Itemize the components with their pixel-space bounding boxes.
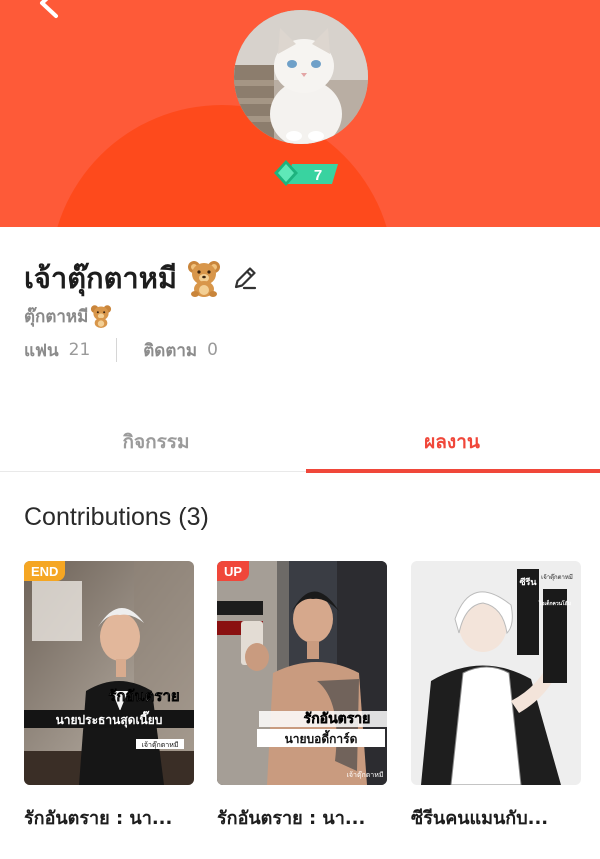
book-cover[interactable]: รักอันตราย นายประธานสุดเนี๊ยบ เจ้าตุ๊กตา… bbox=[24, 561, 194, 785]
following-stat[interactable]: ติดตาม 0 bbox=[143, 337, 218, 364]
contributions-list: รักอันตราย นายประธานสุดเนี๊ยบ เจ้าตุ๊กตา… bbox=[0, 561, 600, 851]
tab-activity-label: กิจกรรม bbox=[122, 431, 190, 453]
level-badge: 7 bbox=[272, 158, 340, 188]
cover-author: เจ้าตุ๊กตาหมี bbox=[347, 771, 384, 779]
level-number: 7 bbox=[314, 167, 322, 184]
back-button[interactable] bbox=[30, 0, 64, 20]
avatar[interactable] bbox=[234, 10, 368, 144]
fans-stat[interactable]: แฟน 21 bbox=[24, 337, 90, 364]
following-count: 0 bbox=[207, 340, 218, 360]
cover-title-2: นายบอดี้การ์ด bbox=[285, 729, 358, 746]
cover-title-2: นายประธานสุดเนี๊ยบ bbox=[56, 710, 163, 728]
fans-count: 21 bbox=[68, 340, 91, 360]
tab-activity[interactable]: กิจกรรม bbox=[10, 412, 302, 472]
profile-tabs: กิจกรรม ผลงาน bbox=[0, 412, 600, 473]
profile-header: 7 bbox=[0, 0, 600, 227]
teddy-bear-small-icon bbox=[90, 304, 112, 328]
tab-works-label: ผลงาน bbox=[424, 431, 480, 453]
book-cover[interactable]: ซีรีน ไอเด็กควนโอ๊ม เจ้าตุ๊กตาหมี bbox=[411, 561, 581, 785]
cover-author: เจ้าตุ๊กตาหมี bbox=[541, 573, 573, 581]
profile-name-row: เจ้าตุ๊กตาหมี bbox=[24, 255, 259, 301]
contributions-title: Contributions (3) bbox=[24, 502, 209, 531]
book-title[interactable]: ซีรีนคนแมนกับ... bbox=[411, 803, 586, 832]
active-tab-indicator bbox=[306, 469, 600, 473]
cover-title-1: รักอันตราย bbox=[108, 687, 179, 705]
chevron-left-icon bbox=[40, 0, 58, 18]
cover-title-1: รักอันตราย bbox=[304, 711, 371, 727]
status-badge: UP bbox=[217, 561, 250, 581]
book-title[interactable]: รักอันตราย : นา... bbox=[24, 803, 199, 832]
profile-stats: แฟน 21 ติดตาม 0 bbox=[24, 336, 218, 364]
stats-divider bbox=[116, 338, 118, 362]
cover-author: เจ้าตุ๊กตาหมี bbox=[142, 741, 179, 749]
profile-name: เจ้าตุ๊กตาหมี bbox=[24, 261, 177, 295]
fans-label: แฟน bbox=[24, 340, 59, 361]
pencil-icon[interactable] bbox=[231, 264, 259, 292]
cat-avatar-image bbox=[234, 10, 368, 144]
cover-title-1: ซีรีน bbox=[519, 577, 537, 588]
cover-title-2: ไอเด็กควนโอ๊ม bbox=[538, 599, 571, 607]
book-title[interactable]: รักอันตราย : นา... bbox=[217, 803, 392, 832]
profile-handle: ตุ๊กตาหมี bbox=[24, 306, 89, 327]
book-cover[interactable]: รักอันตราย นายบอดี้การ์ด เจ้าตุ๊กตาหมี U… bbox=[217, 561, 387, 785]
profile-handle-row: ตุ๊กตาหมี bbox=[24, 303, 112, 329]
teddy-bear-icon bbox=[187, 259, 221, 297]
tab-works[interactable]: ผลงาน bbox=[306, 412, 598, 472]
status-badge: END bbox=[24, 561, 66, 581]
following-label: ติดตาม bbox=[143, 340, 198, 361]
